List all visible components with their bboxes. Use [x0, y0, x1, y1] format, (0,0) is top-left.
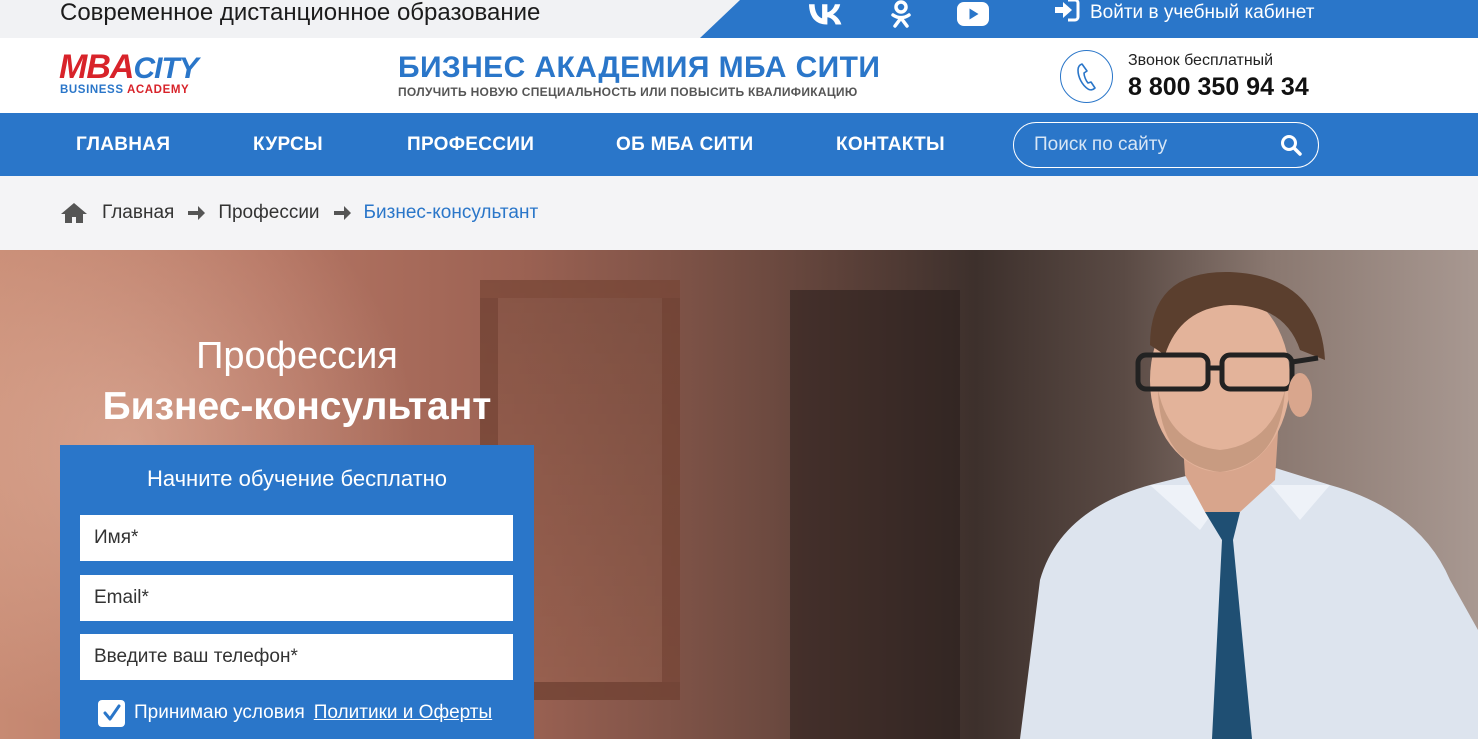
- email-field[interactable]: [80, 575, 513, 621]
- nav-item-courses[interactable]: КУРСЫ: [253, 113, 323, 176]
- name-field[interactable]: [80, 515, 513, 561]
- login-label: Войти в учебный кабинет: [1090, 2, 1315, 23]
- nav-item-about[interactable]: ОБ МБА СИТИ: [616, 113, 753, 176]
- hero-person-image: [1020, 271, 1478, 739]
- hero-title-line1: Профессия: [196, 335, 398, 377]
- breadcrumb-professions[interactable]: Профессии: [218, 202, 319, 224]
- breadcrumb: Главная Профессии Бизнес-консультант: [0, 176, 1478, 250]
- hero-background-doorway: [790, 290, 960, 739]
- policy-link[interactable]: Политики и Оферты: [314, 702, 492, 724]
- brand-subtitle: ПОЛУЧИТЬ НОВУЮ СПЕЦИАЛЬНОСТЬ ИЛИ ПОВЫСИТ…: [398, 85, 858, 99]
- phone-label: Звонок бесплатный: [1128, 52, 1274, 69]
- breadcrumb-home[interactable]: Главная: [102, 202, 174, 224]
- nav-item-professions[interactable]: ПРОФЕССИИ: [407, 113, 534, 176]
- breadcrumb-current: Бизнес-консультант: [363, 202, 539, 223]
- form-title: Начните обучение бесплатно: [146, 466, 448, 491]
- site-tagline: Современное дистанционное образование: [60, 0, 541, 26]
- brand-title: БИЗНЕС АКАДЕМИЯ МБА СИТИ: [398, 51, 881, 84]
- phone-number[interactable]: 8 800 350 94 34: [1128, 73, 1309, 102]
- main-nav: ГЛАВНАЯ КУРСЫ ПРОФЕССИИ ОБ МБА СИТИ КОНТ…: [0, 113, 1478, 176]
- search-input[interactable]: [1034, 123, 1274, 166]
- home-icon[interactable]: [60, 202, 88, 224]
- arrow-right-icon: [331, 204, 353, 222]
- search-icon[interactable]: [1280, 134, 1302, 156]
- arrow-right-icon: [185, 204, 207, 222]
- agree-text: Принимаю условия: [134, 702, 305, 723]
- login-link[interactable]: Войти в учебный кабинет: [1054, 0, 1314, 26]
- site-header: MBACITY BUSINESS ACADEMY БИЗНЕС АКАДЕМИЯ…: [0, 38, 1478, 113]
- checkmark-icon: [103, 704, 120, 721]
- login-icon: [1054, 0, 1080, 28]
- agree-checkbox[interactable]: [98, 699, 125, 727]
- signup-form: Начните обучение бесплатно Принимаю усло…: [60, 445, 534, 739]
- phone-icon: [1060, 50, 1113, 103]
- agree-row: Принимаю условия Политики и Оферты: [98, 699, 492, 727]
- brand-block: БИЗНЕС АКАДЕМИЯ МБА СИТИ ПОЛУЧИТЬ НОВУЮ …: [398, 51, 881, 100]
- youtube-icon[interactable]: [956, 0, 990, 28]
- search-box: [1013, 122, 1319, 168]
- odnoklassniki-icon[interactable]: [888, 0, 914, 28]
- vk-icon[interactable]: [808, 0, 846, 28]
- hero-title-line2: Бизнес-консультант: [102, 385, 492, 428]
- nav-item-home[interactable]: ГЛАВНАЯ: [76, 113, 170, 176]
- nav-item-contacts[interactable]: КОНТАКТЫ: [836, 113, 945, 176]
- phone-field[interactable]: [80, 634, 513, 680]
- logo-subline: BUSINESS ACADEMY: [60, 84, 190, 96]
- site-logo[interactable]: MBACITY BUSINESS ACADEMY: [59, 50, 239, 100]
- logo-wordmark: MBACITY: [59, 48, 199, 86]
- top-bar: Современное дистанционное образование Во…: [0, 0, 1478, 38]
